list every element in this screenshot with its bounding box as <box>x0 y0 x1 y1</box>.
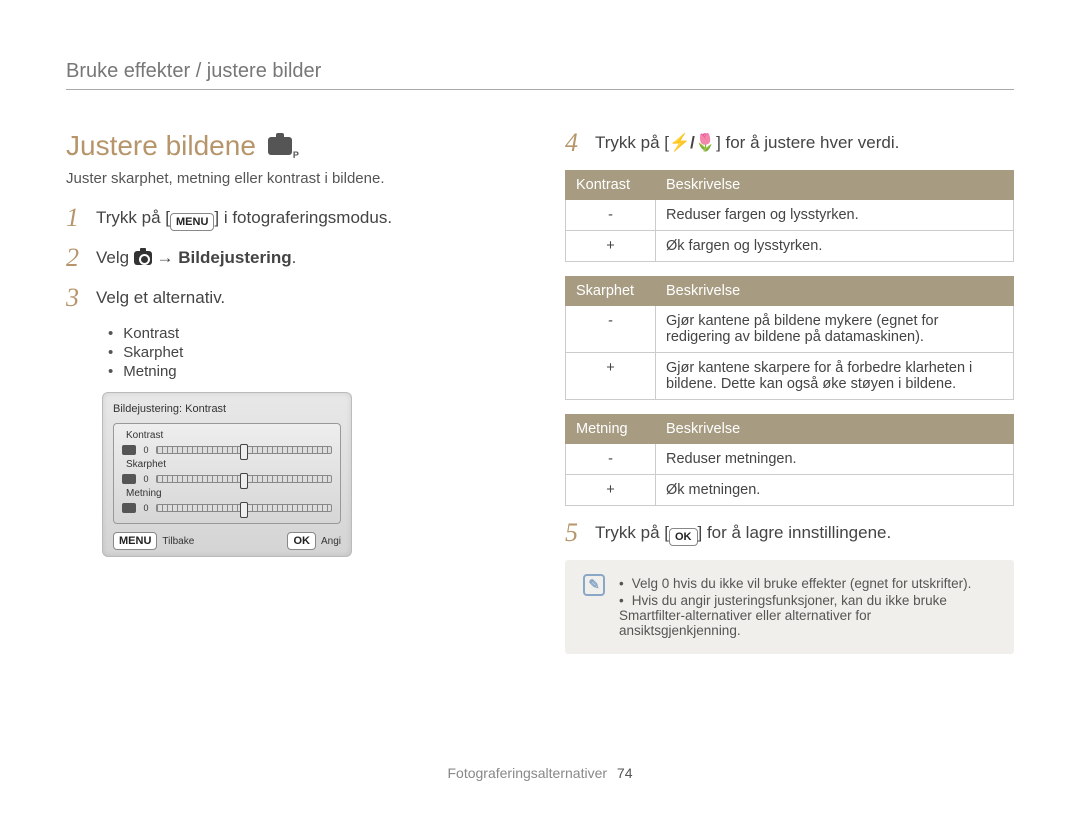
slider-group: Metning 0 <box>122 488 332 513</box>
slider-value: 0 <box>142 503 150 513</box>
ok-button-icon: OK <box>669 528 698 546</box>
step-4-text-b: ] for å justere hver verdi. <box>716 133 899 152</box>
step-2-text-c: . <box>292 248 297 267</box>
info-icon: ✎ <box>583 574 605 596</box>
breadcrumb: Bruke effekter / justere bilder <box>66 60 1014 90</box>
slider-label: Metning <box>126 488 332 499</box>
set-label: Angi <box>321 536 341 547</box>
table-row: + Øk metningen. <box>566 475 1014 506</box>
saturation-icon <box>122 503 136 513</box>
table-row: - Reduser metningen. <box>566 444 1014 475</box>
table-cell: + <box>566 231 656 262</box>
camera-mode-icon <box>268 137 292 155</box>
menu-button-icon: MENU <box>113 532 157 550</box>
table-header: Skarphet <box>566 277 656 306</box>
left-column: Justere bildene Juster skarphet, metning… <box>66 130 515 654</box>
step-2-arrow: → <box>152 248 178 267</box>
step-3-text: Velg et alternativ. <box>96 285 515 308</box>
table-header: Beskrivelse <box>656 415 1014 444</box>
table-cell: - <box>566 200 656 231</box>
step-number: 5 <box>565 520 583 546</box>
sharpness-icon <box>122 474 136 484</box>
camera-icon <box>134 251 152 265</box>
step-5-text-b: ] for å lagre innstillingene. <box>698 523 892 542</box>
page-subtitle: Juster skarphet, metning eller kontrast … <box>66 170 515 187</box>
table-cell: Gjør kantene på bildene mykere (egnet fo… <box>656 306 1014 353</box>
table-row: - Gjør kantene på bildene mykere (egnet … <box>566 306 1014 353</box>
info-note: ✎ Velg 0 hvis du ikke vil bruke effekter… <box>565 560 1014 654</box>
step-number: 4 <box>565 130 583 156</box>
step-2-text-b: Bildejustering <box>178 248 291 267</box>
slider-value: 0 <box>142 474 150 484</box>
slider-group: Skarphet 0 <box>122 459 332 484</box>
skarphet-table: Skarphet Beskrivelse - Gjør kantene på b… <box>565 276 1014 400</box>
table-header: Metning <box>566 415 656 444</box>
list-item: Kontrast <box>108 325 515 342</box>
table-header: Beskrivelse <box>656 171 1014 200</box>
step-number: 3 <box>66 285 84 311</box>
table-cell: - <box>566 306 656 353</box>
page-title: Justere bildene <box>66 130 515 162</box>
step-1-text-a: Trykk på [ <box>96 208 170 227</box>
ok-button-icon: OK <box>287 532 316 550</box>
table-cell: + <box>566 353 656 400</box>
step-2-text-a: Velg <box>96 248 134 267</box>
page-title-text: Justere bildene <box>66 130 256 162</box>
step-3: 3 Velg et alternativ. <box>66 285 515 311</box>
table-cell: - <box>566 444 656 475</box>
screenshot-panel: Kontrast 0 Skarphet 0 Me <box>113 423 341 524</box>
table-cell: + <box>566 475 656 506</box>
table-cell: Gjør kantene skarpere for å forbedre kla… <box>656 353 1014 400</box>
step-number: 2 <box>66 245 84 271</box>
table-cell: Reduser metningen. <box>656 444 1014 475</box>
table-cell: Øk fargen og lysstyrken. <box>656 231 1014 262</box>
table-row: + Gjør kantene skarpere for å forbedre k… <box>566 353 1014 400</box>
option-list: Kontrast Skarphet Metning <box>108 325 515 380</box>
step-4-text-a: Trykk på [ <box>595 133 669 152</box>
kontrast-table: Kontrast Beskrivelse - Reduser fargen og… <box>565 170 1014 262</box>
slider-value: 0 <box>142 445 150 455</box>
slider-track <box>156 446 332 454</box>
table-cell: Reduser fargen og lysstyrken. <box>656 200 1014 231</box>
table-header: Kontrast <box>566 171 656 200</box>
step-1-text-b: ] i fotograferingsmodus. <box>214 208 392 227</box>
metning-table: Metning Beskrivelse - Reduser metningen.… <box>565 414 1014 506</box>
table-row: - Reduser fargen og lysstyrken. <box>566 200 1014 231</box>
table-header: Beskrivelse <box>656 277 1014 306</box>
flash-macro-icon: ⚡/🌷 <box>669 133 716 152</box>
note-item: Velg 0 hvis du ikke vil bruke effekter (… <box>619 576 996 591</box>
slider-group: Kontrast 0 <box>122 430 332 455</box>
contrast-icon <box>122 445 136 455</box>
right-column: 4 Trykk på [⚡/🌷] for å justere hver verd… <box>565 130 1014 654</box>
list-item: Metning <box>108 363 515 380</box>
slider-track <box>156 504 332 512</box>
slider-label: Skarphet <box>126 459 332 470</box>
slider-label: Kontrast <box>126 430 332 441</box>
step-2: 2 Velg → Bildejustering. <box>66 245 515 271</box>
camera-screenshot: Bildejustering: Kontrast Kontrast 0 Skar… <box>102 392 352 557</box>
step-number: 1 <box>66 205 84 231</box>
table-row: + Øk fargen og lysstyrken. <box>566 231 1014 262</box>
slider-track <box>156 475 332 483</box>
screenshot-footer: MENU Tilbake OK Angi <box>113 532 341 550</box>
step-5: 5 Trykk på [OK] for å lagre innstillinge… <box>565 520 1014 546</box>
screenshot-title: Bildejustering: Kontrast <box>113 403 341 415</box>
step-1: 1 Trykk på [MENU] i fotograferingsmodus. <box>66 205 515 231</box>
back-label: Tilbake <box>162 536 194 547</box>
list-item: Skarphet <box>108 344 515 361</box>
menu-button-icon: MENU <box>170 213 214 231</box>
step-4: 4 Trykk på [⚡/🌷] for å justere hver verd… <box>565 130 1014 156</box>
footer-section: Fotograferingsalternativer <box>448 765 608 781</box>
page-number: 74 <box>617 765 633 781</box>
step-5-text-a: Trykk på [ <box>595 523 669 542</box>
table-cell: Øk metningen. <box>656 475 1014 506</box>
note-item: Hvis du angir justeringsfunksjoner, kan … <box>619 593 996 638</box>
page-footer: Fotograferingsalternativer 74 <box>0 765 1080 781</box>
